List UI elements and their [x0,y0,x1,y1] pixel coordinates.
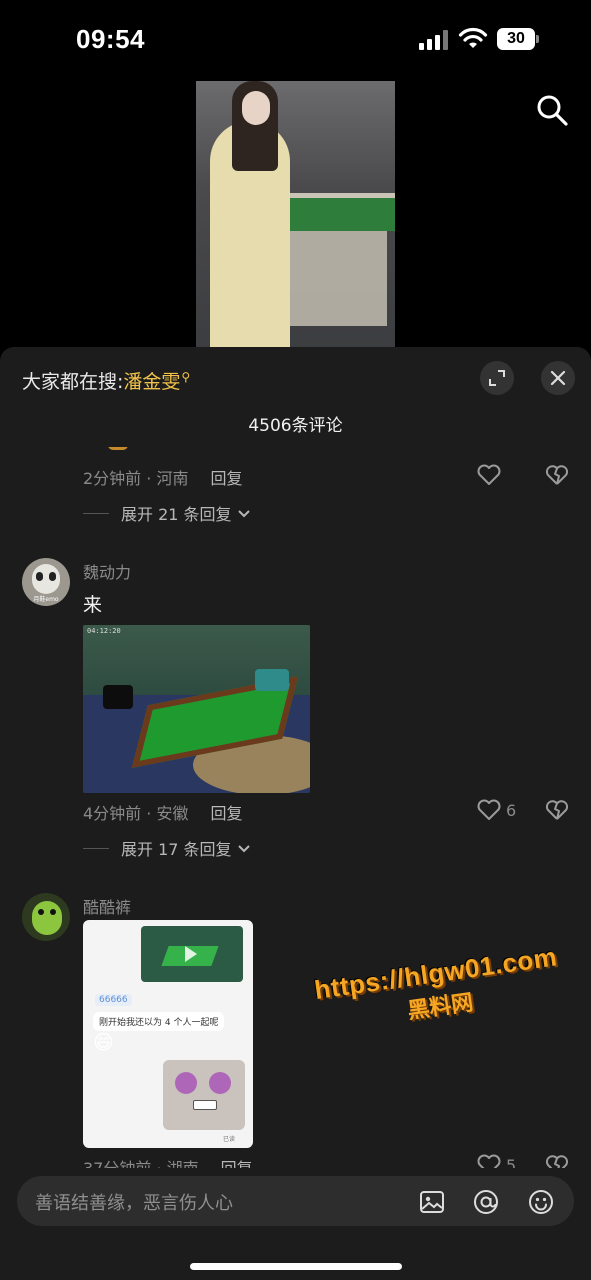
reply-button[interactable]: 回复 [210,469,242,488]
broken-heart-icon[interactable] [545,1153,569,1169]
comment-image[interactable]: 66666 刚开始我还以为 4 个人一起呢 😄 已读 [83,920,253,1148]
heart-icon [477,799,501,820]
battery-tip [536,35,539,43]
face-shape [242,91,270,125]
wifi-icon [458,27,488,48]
image-chat-bubble: 刚开始我还以为 4 个人一起呢 [93,1012,225,1031]
heart-icon [477,1154,501,1169]
image-chair [255,669,289,691]
comment-time-location: 2分钟前 · 河南 [83,469,189,488]
like-button[interactable]: 6 [476,798,516,822]
heart-icon [477,464,501,485]
hot-search-prefix: 大家都在搜: [22,371,124,393]
avatar-green-face [32,901,62,935]
image-timestamp: 04:12:20 [87,627,121,635]
avatar-eye [38,909,44,915]
expand-replies-label: 展开 17 条回复 [121,840,232,859]
like-button[interactable]: 5 [476,1153,516,1169]
reply-button[interactable]: 回复 [210,804,242,823]
avatar[interactable]: 月鞋emo [22,558,70,606]
like-button[interactable] [476,463,502,487]
image-video-preview [141,926,243,982]
expand-replies-button[interactable]: 展开 21 条回复 [83,501,252,525]
close-icon [550,370,566,386]
image-chat-username: 66666 [95,994,132,1006]
battery-indicator: 30 [497,28,535,50]
home-indicator[interactable] [190,1263,402,1270]
comment-text: 来 [83,594,103,616]
comment-list[interactable]: 2分钟前 · 河南 回复 展开 21 条回复 月鞋emo 魏动力 来 04:12… [0,447,591,1169]
comment-sheet-header: 大家都在搜:潘金雯⚲ 4506条评论 [0,347,591,447]
comment-input-placeholder: 善语结善缘，恶言伤人心 [35,1193,233,1214]
expand-replies-button[interactable]: 展开 17 条回复 [83,836,252,860]
like-count: 5 [506,1155,517,1170]
search-small-icon: ⚲ [181,369,191,384]
sticker-teeth [193,1100,217,1110]
image-icon[interactable] [418,1188,446,1216]
comment-time-location: 4分钟前 · 安徽 [83,804,189,823]
divider [83,512,109,514]
avatar-caption: 月鞋emo [33,596,59,603]
avatar-eye [50,909,56,915]
video-thumbnail[interactable] [196,81,395,349]
video-player[interactable] [0,80,591,350]
comment-sheet: 大家都在搜:潘金雯⚲ 4506条评论 2分钟前 · 河南 回复 展开 21 条回… [0,347,591,1280]
broken-heart-icon[interactable] [545,798,569,822]
play-icon [185,946,197,962]
at-icon[interactable] [472,1188,500,1216]
image-sticker [163,1060,245,1130]
expand-button[interactable] [480,361,514,395]
pool-table-base-shape [287,231,387,326]
hot-search[interactable]: 大家都在搜:潘金雯⚲ [22,367,190,394]
image-sofa [103,685,133,709]
avatar-eye [49,572,56,581]
chevron-down-icon [237,510,250,518]
expand-icon [489,370,505,386]
comment-input[interactable]: 善语结善缘，恶言伤人心 [17,1176,574,1226]
comment-meta: 37分钟前 · 湖南 回复 [83,1155,253,1169]
broken-heart-icon[interactable] [545,463,569,487]
comment-meta: 4分钟前 · 安徽 回复 [83,800,242,824]
signal-icon [419,30,451,50]
comment-image[interactable]: 04:12:20 [83,625,310,793]
sticker-eye [209,1072,231,1094]
emoji-partial [108,447,128,450]
chevron-down-icon [237,845,250,853]
comment-input-area: 善语结善缘，恶言伤人心 [0,1168,591,1280]
close-button[interactable] [541,361,575,395]
avatar-eye [36,572,43,581]
emoji-icon[interactable] [527,1188,555,1216]
search-icon[interactable] [534,92,570,128]
avatar[interactable] [22,893,70,941]
sticker-eye [175,1072,197,1094]
status-time: 09:54 [76,24,145,54]
status-bar: 09:54 30 [0,0,591,80]
comment-meta: 2分钟前 · 河南 回复 [83,465,242,489]
username[interactable]: 酷酷裤 [83,894,131,918]
image-sticker-label: 已读 [223,1136,236,1143]
divider [83,847,109,849]
like-count: 6 [506,800,517,820]
comment-count: 4506条评论 [248,416,343,436]
username[interactable]: 魏动力 [83,559,131,583]
grin-emoji-icon: 😄 [93,1030,114,1054]
expand-replies-label: 展开 21 条回复 [121,505,232,524]
hot-search-keyword[interactable]: 潘金雯 [123,371,180,393]
